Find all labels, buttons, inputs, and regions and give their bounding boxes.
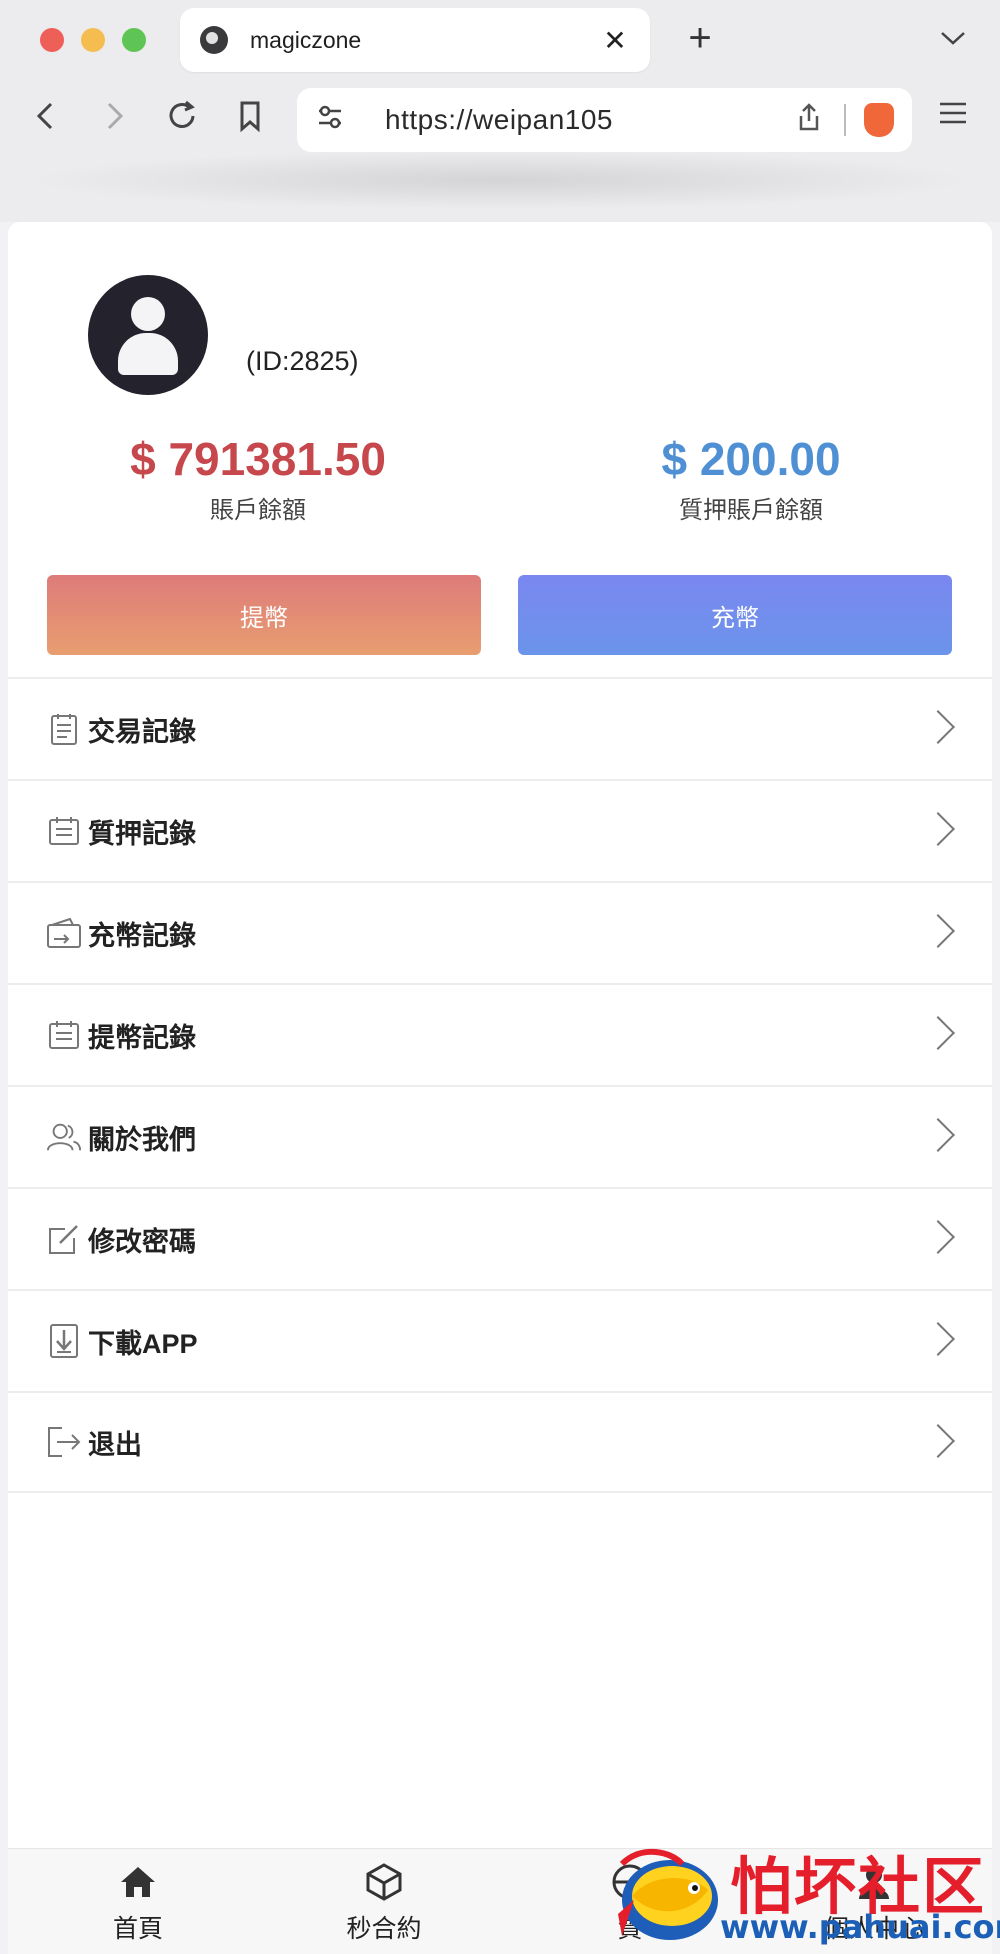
profile-menu: 交易記錄 質押記錄 充幣記錄 提幣記錄 關於我們 修改密碼 下載APP 退出 [8,677,992,1493]
browser-menu-icon[interactable] [938,96,968,135]
maximize-window-button[interactable] [122,28,146,52]
pledge-balance-amount: $ 200.00 [661,433,841,485]
fish-logo-icon [618,1848,718,1940]
share-icon[interactable] [796,102,822,139]
tab-close-icon[interactable]: ✕ [600,24,630,57]
account-balance-label: 賬戶餘額 [210,497,306,524]
new-tab-button[interactable]: + [680,16,720,60]
menu-item-label: 關於我們 [88,1124,196,1155]
nav-second-contract[interactable]: 秒合約 [314,1861,454,1945]
deposit-button[interactable]: 充幣 [518,575,952,655]
address-bar[interactable]: https://weipan105 [297,88,912,152]
avatar [88,275,208,395]
account-balance-amount: $ 791381.50 [130,433,386,485]
menu-item-pledge-records[interactable]: 質押記錄 [8,779,992,881]
users-icon [46,1119,82,1155]
tab-list-chevron-icon[interactable] [940,22,966,53]
menu-item-logout[interactable]: 退出 [8,1391,992,1493]
chevron-right-icon [921,914,955,948]
menu-item-label: 修改密碼 [88,1226,196,1257]
watermark: 怕坏社区 www.pahuai.com [612,1842,1000,1954]
back-button[interactable] [24,96,68,140]
profile-page: (ID:2825) $ 791381.50 賬戶餘額 $ 200.00 質押賬戶… [8,222,992,1954]
minimize-window-button[interactable] [81,28,105,52]
wallet-icon [46,915,82,951]
avatar-body [118,333,178,375]
chevron-right-icon [921,1220,955,1254]
withdraw-button[interactable]: 提幣 [47,575,481,655]
logout-icon [46,1424,82,1460]
menu-item-label: 退出 [88,1429,142,1460]
download-icon [46,1323,82,1359]
menu-item-download-app[interactable]: 下載APP [8,1289,992,1391]
menu-item-label: 質押記錄 [88,818,196,849]
address-bar-divider [844,104,846,136]
window-controls [40,28,146,52]
menu-item-deposit-records[interactable]: 充幣記錄 [8,881,992,983]
calendar-list-icon [46,1017,82,1053]
browser-chrome: magiczone ✕ + https://weipan105 [0,0,1000,222]
chevron-right-icon [921,1424,955,1458]
watermark-url: www.pahuai.com [720,1908,1000,1946]
menu-item-label: 提幣記錄 [88,1022,196,1053]
chevron-right-icon [921,1322,955,1356]
menu-item-withdraw-records[interactable]: 提幣記錄 [8,983,992,1085]
menu-item-label: 交易記錄 [88,716,196,747]
chevron-right-icon [921,1016,955,1050]
toolbar-shadow [20,150,980,210]
tab-title: magiczone [250,26,362,53]
browser-tab[interactable]: magiczone ✕ [180,8,650,72]
account-balance: $ 791381.50 賬戶餘額 [38,432,478,525]
chevron-right-icon [921,710,955,744]
globe-icon [200,26,228,54]
chevron-right-icon [921,1118,955,1152]
cube-icon [314,1861,454,1903]
edit-icon [46,1221,82,1257]
user-id: (ID:2825) [246,346,359,376]
clipboard-icon [46,711,82,747]
avatar-head [131,297,165,331]
pledge-balance: $ 200.00 質押賬戶餘額 [531,432,971,525]
url-text[interactable]: https://weipan105 [385,104,796,136]
reload-button[interactable] [160,96,204,140]
home-icon [68,1861,208,1903]
pledge-balance-label: 質押賬戶餘額 [679,497,823,524]
close-window-button[interactable] [40,28,64,52]
nav-home[interactable]: 首頁 [68,1861,208,1945]
calendar-list-icon [46,813,82,849]
forward-button[interactable] [92,96,136,140]
nav-second-contract-label: 秒合約 [346,1915,422,1943]
chevron-right-icon [921,812,955,846]
menu-item-change-password[interactable]: 修改密碼 [8,1187,992,1289]
site-settings-icon[interactable] [315,104,345,136]
menu-item-label: 充幣記錄 [88,920,196,951]
menu-item-transaction-records[interactable]: 交易記錄 [8,677,992,779]
brave-shield-icon[interactable] [864,103,894,137]
menu-item-about-us[interactable]: 關於我們 [8,1085,992,1187]
nav-home-label: 首頁 [112,1915,163,1943]
menu-item-label: 下載APP [88,1328,198,1359]
bookmark-button[interactable] [228,96,272,140]
